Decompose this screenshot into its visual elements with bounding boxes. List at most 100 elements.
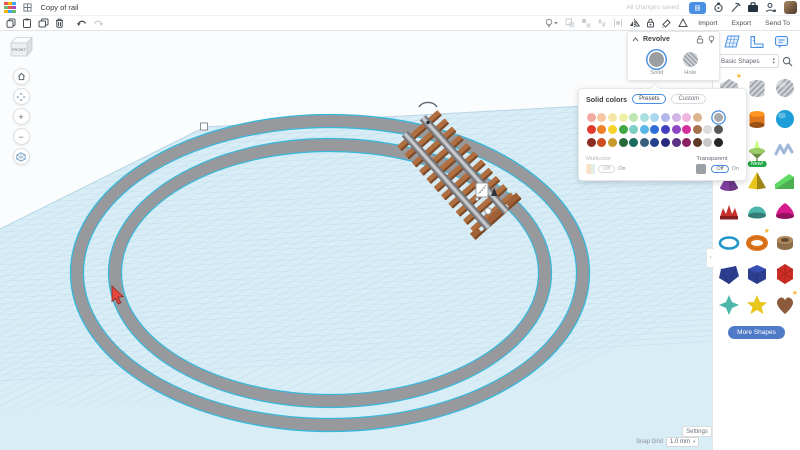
midpoint-handle[interactable]	[426, 121, 429, 124]
color-swatch[interactable]	[629, 138, 638, 147]
cone-icon[interactable]	[675, 18, 691, 28]
shape-heart[interactable]: ★	[772, 292, 798, 318]
color-swatch[interactable]	[608, 138, 617, 147]
fit-view-button[interactable]	[13, 88, 30, 105]
shape-cylinder[interactable]	[744, 106, 770, 132]
color-swatch[interactable]	[619, 138, 628, 147]
rotate-handle[interactable]	[419, 102, 437, 107]
color-swatch[interactable]	[597, 113, 606, 122]
shape-hole-sphere[interactable]	[772, 75, 798, 101]
color-swatch[interactable]	[714, 125, 723, 134]
color-swatch[interactable]	[587, 113, 596, 122]
shape-text[interactable]	[716, 199, 742, 225]
color-swatch[interactable]	[661, 113, 670, 122]
lightbulb-icon[interactable]	[708, 35, 715, 44]
shape-sphere[interactable]	[772, 106, 798, 132]
watch-icon[interactable]	[710, 2, 727, 13]
color-swatch[interactable]	[640, 138, 649, 147]
shape-hole-cylinder[interactable]	[744, 75, 770, 101]
shape-wedge[interactable]	[772, 168, 798, 194]
hole-swatch[interactable]	[683, 52, 698, 67]
grid-view-button[interactable]	[689, 2, 706, 14]
color-swatch[interactable]	[629, 113, 638, 122]
shape-star-5[interactable]	[744, 292, 770, 318]
color-swatch[interactable]	[608, 113, 617, 122]
account-icon[interactable]	[762, 2, 780, 13]
notes-icon[interactable]	[771, 35, 792, 49]
multicolor-on-toggle[interactable]: On	[618, 166, 625, 172]
color-swatch[interactable]	[640, 113, 649, 122]
collapse-inspector-icon[interactable]	[632, 37, 639, 42]
solid-swatch[interactable]	[649, 52, 664, 67]
color-swatch[interactable]	[629, 125, 638, 134]
export-button[interactable]: Export	[725, 20, 759, 27]
color-swatch[interactable]	[587, 125, 596, 134]
collapse-panel-icon[interactable]: ›	[706, 248, 714, 268]
shape-scribble[interactable]	[772, 137, 798, 163]
color-swatch[interactable]	[661, 138, 670, 147]
shape-polygon[interactable]	[716, 261, 742, 287]
ungroup-icon[interactable]	[578, 18, 594, 28]
shape-tube[interactable]	[772, 230, 798, 256]
undo-icon[interactable]	[73, 19, 90, 28]
design-title[interactable]: Copy of rail	[41, 3, 79, 12]
color-swatch[interactable]	[693, 125, 702, 134]
color-swatch[interactable]	[703, 138, 712, 147]
settings-button[interactable]: Settings	[682, 426, 712, 437]
color-swatch[interactable]	[597, 125, 606, 134]
pickaxe-icon[interactable]	[727, 2, 744, 13]
color-swatch[interactable]	[693, 113, 702, 122]
send-to-button[interactable]: Send To	[758, 20, 797, 27]
home-view-button[interactable]	[13, 68, 30, 85]
unlock-icon[interactable]	[696, 35, 704, 44]
flip-icon[interactable]	[626, 18, 643, 28]
dashboard-icon[interactable]	[20, 3, 35, 12]
trash-icon[interactable]	[52, 18, 67, 28]
scale-handle[interactable]	[201, 123, 208, 130]
shape-torus[interactable]: ★	[744, 230, 770, 256]
shape-half-sphere[interactable]	[744, 199, 770, 225]
distribute-icon[interactable]	[610, 18, 626, 28]
presets-tab[interactable]: Presets	[632, 94, 666, 104]
node-handle[interactable]	[485, 208, 491, 214]
briefcase-icon[interactable]	[744, 2, 762, 13]
color-swatch[interactable]	[619, 113, 628, 122]
favorite-star-icon[interactable]: ★	[764, 227, 770, 235]
color-swatch[interactable]	[597, 138, 606, 147]
favorite-star-icon[interactable]: ★	[736, 72, 742, 80]
color-swatch[interactable]	[682, 138, 691, 147]
ruler-icon[interactable]	[746, 35, 767, 49]
transparent-off-toggle[interactable]: Off	[711, 165, 728, 173]
color-swatch[interactable]	[650, 125, 659, 134]
color-swatch[interactable]	[672, 125, 681, 134]
shape-torus-thin[interactable]	[716, 230, 742, 256]
shape-icosahedron[interactable]	[772, 261, 798, 287]
solid-option[interactable]: Solid	[649, 50, 664, 76]
shape-prism[interactable]	[744, 261, 770, 287]
copy-icon[interactable]	[3, 18, 19, 28]
ortho-view-button[interactable]	[13, 148, 30, 165]
shape-paraboloid[interactable]	[772, 199, 798, 225]
view-cube[interactable]: FRONT	[6, 34, 34, 60]
tinkercad-logo-icon[interactable]	[4, 2, 16, 14]
color-swatch[interactable]	[682, 125, 691, 134]
color-swatch[interactable]	[640, 125, 649, 134]
avatar[interactable]	[784, 1, 797, 14]
color-swatch[interactable]	[619, 125, 628, 134]
custom-tab[interactable]: Custom	[671, 94, 706, 104]
color-swatch[interactable]	[650, 113, 659, 122]
color-swatch[interactable]	[661, 125, 670, 134]
hole-option[interactable]: Hole	[683, 50, 698, 76]
align-icon[interactable]	[594, 18, 610, 28]
paint-icon[interactable]	[658, 18, 675, 28]
transparent-on-toggle[interactable]: On	[732, 166, 739, 172]
color-swatch[interactable]	[587, 138, 596, 147]
import-button[interactable]: Import	[691, 20, 724, 27]
favorite-star-icon[interactable]: ★	[792, 289, 798, 297]
lightbulb-dropdown-icon[interactable]	[542, 18, 562, 28]
paste-icon[interactable]	[19, 18, 35, 28]
color-swatch[interactable]	[714, 138, 723, 147]
transparent-swatch[interactable]	[696, 164, 706, 174]
selected-color-swatch[interactable]	[714, 113, 723, 122]
multicolor-off-toggle[interactable]: Off	[598, 165, 615, 173]
